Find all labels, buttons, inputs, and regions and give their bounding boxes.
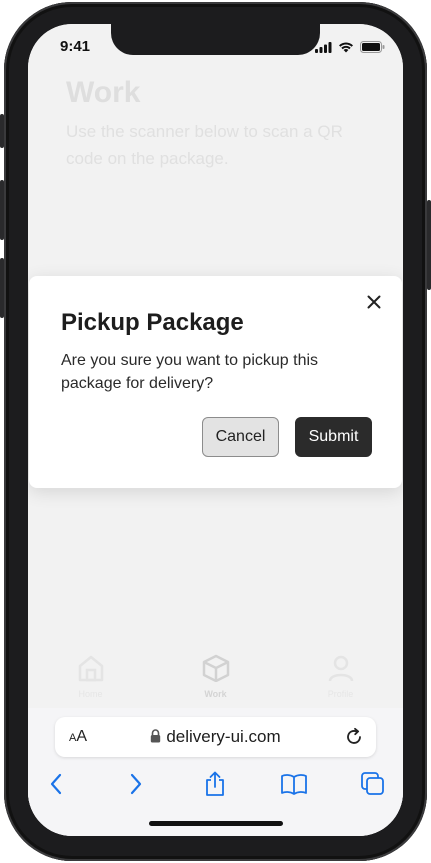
dialog-message: Are you sure you want to pickup this pac… xyxy=(61,352,319,392)
wifi-icon xyxy=(338,40,354,58)
tab-home[interactable]: Home xyxy=(51,654,131,699)
url-display[interactable]: delivery-ui.com xyxy=(55,727,376,748)
forward-icon[interactable] xyxy=(121,769,151,799)
address-bar[interactable]: AA delivery-ui.com xyxy=(55,717,376,757)
home-icon xyxy=(76,654,106,687)
tab-home-label: Home xyxy=(78,689,103,699)
share-icon[interactable] xyxy=(200,769,230,799)
status-icons xyxy=(315,40,385,58)
bookmarks-icon[interactable] xyxy=(279,769,309,799)
browser-toolbar xyxy=(28,769,403,799)
close-button[interactable] xyxy=(364,292,384,312)
tab-profile-label: Profile xyxy=(327,689,354,699)
pickup-dialog: Pickup Package Are you sure you want to … xyxy=(29,276,402,488)
status-time: 9:41 xyxy=(60,38,91,55)
page-title: Work xyxy=(66,76,141,109)
user-icon xyxy=(326,654,356,687)
volume-down-button xyxy=(0,258,4,318)
tab-profile[interactable]: Profile xyxy=(301,654,381,699)
cancel-button[interactable]: Cancel xyxy=(202,417,279,457)
submit-button[interactable]: Submit xyxy=(295,417,372,457)
reload-icon[interactable] xyxy=(344,727,364,747)
power-button xyxy=(427,200,431,290)
close-icon xyxy=(364,295,384,315)
tabs-icon[interactable] xyxy=(358,769,388,799)
browser-chrome: AA delivery-ui.com xyxy=(28,708,403,836)
page-description: Use the scanner below to scan a QR code … xyxy=(66,122,343,168)
lock-icon xyxy=(150,728,161,748)
home-indicator xyxy=(149,821,283,826)
tab-work-label: Work xyxy=(204,689,227,699)
package-icon xyxy=(201,654,231,687)
url-text: delivery-ui.com xyxy=(166,727,281,746)
screen: 9:41 Work Use the scanner below to scan … xyxy=(28,24,403,836)
notch xyxy=(111,24,320,55)
side-button xyxy=(0,114,4,148)
back-icon[interactable] xyxy=(41,769,71,799)
tab-work[interactable]: Work xyxy=(176,654,256,699)
dialog-title: Pickup Package xyxy=(61,309,244,336)
volume-up-button xyxy=(0,180,4,240)
battery-icon xyxy=(360,40,385,58)
tab-bar: Home Work Profile xyxy=(28,644,403,708)
